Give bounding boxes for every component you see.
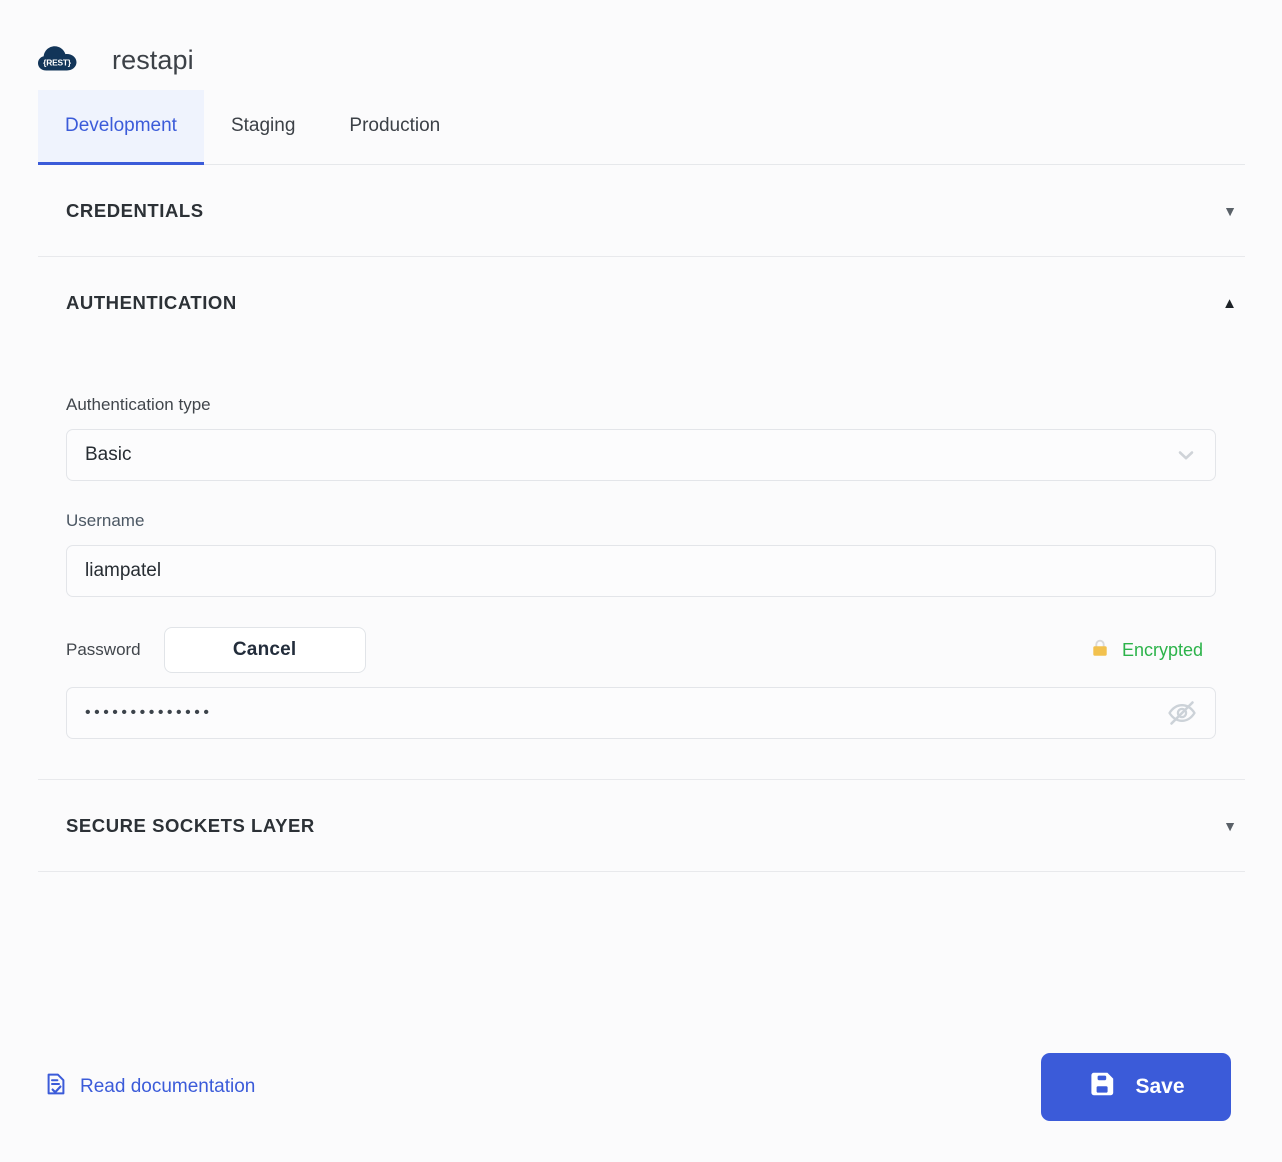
section-body-authentication: Authentication type Basic Username liamp… <box>38 349 1245 780</box>
tab-staging-label: Staging <box>231 115 295 137</box>
save-button[interactable]: Save <box>1041 1053 1231 1121</box>
tab-production-label: Production <box>349 115 440 137</box>
label-username: Username <box>66 511 1217 531</box>
encrypted-label: Encrypted <box>1122 640 1203 661</box>
tab-development[interactable]: Development <box>38 90 204 165</box>
chevron-up-icon-authentication[interactable]: ▲ <box>1222 296 1237 311</box>
section-header-authentication[interactable]: AUTHENTICATION ▲ <box>38 257 1245 349</box>
settings-panel: CREDENTIALS ▼ AUTHENTICATION ▲ Authentic… <box>38 165 1245 872</box>
field-username: Username liampatel <box>66 511 1217 597</box>
page-footer: Read documentation Save <box>38 1012 1245 1162</box>
username-input[interactable]: liampatel <box>66 545 1216 597</box>
floppy-save-icon <box>1087 1069 1117 1105</box>
password-input[interactable]: •••••••••••••• <box>66 687 1216 739</box>
section-title-authentication: AUTHENTICATION <box>66 292 237 314</box>
svg-text:{REST}: {REST} <box>43 58 72 68</box>
field-password: Password Cancel Encrypted •••••••••••• <box>66 627 1217 739</box>
chevron-down-icon-ssl[interactable]: ▼ <box>1223 819 1237 833</box>
tab-staging[interactable]: Staging <box>204 90 322 165</box>
rest-cloud-logo-icon: {REST} <box>36 39 78 81</box>
field-authentication-type: Authentication type Basic <box>66 395 1217 481</box>
section-header-credentials[interactable]: CREDENTIALS ▼ <box>38 165 1245 257</box>
environment-tabs: Development Staging Production <box>38 90 1282 165</box>
tab-production[interactable]: Production <box>322 90 467 165</box>
section-title-credentials: CREDENTIALS <box>66 200 204 222</box>
document-check-icon <box>44 1072 68 1102</box>
authentication-type-value: Basic <box>85 444 131 466</box>
tab-development-label: Development <box>65 115 177 137</box>
password-label-row: Password Cancel Encrypted <box>66 627 1217 673</box>
read-documentation-label: Read documentation <box>80 1076 255 1098</box>
section-title-ssl: SECURE SOCKETS LAYER <box>66 815 315 837</box>
password-value: •••••••••••••• <box>85 704 212 722</box>
read-documentation-link[interactable]: Read documentation <box>38 1072 255 1102</box>
label-password: Password <box>66 640 141 660</box>
settings-page: {REST} restapi Development Staging Produ… <box>0 0 1282 1162</box>
chevron-down-icon[interactable] <box>1173 442 1199 468</box>
lock-icon <box>1089 637 1111 664</box>
select-authentication-type[interactable]: Basic <box>66 429 1216 481</box>
page-header: {REST} restapi <box>0 0 1282 90</box>
status-badge-encrypted: Encrypted <box>1089 637 1217 664</box>
eye-off-icon[interactable] <box>1165 696 1199 730</box>
label-authentication-type: Authentication type <box>66 395 1217 415</box>
cancel-button[interactable]: Cancel <box>164 627 366 673</box>
section-header-ssl[interactable]: SECURE SOCKETS LAYER ▼ <box>38 780 1245 872</box>
username-value: liampatel <box>85 560 161 582</box>
chevron-down-icon-credentials[interactable]: ▼ <box>1223 204 1237 218</box>
save-button-label: Save <box>1135 1075 1184 1099</box>
page-title: restapi <box>112 45 194 76</box>
